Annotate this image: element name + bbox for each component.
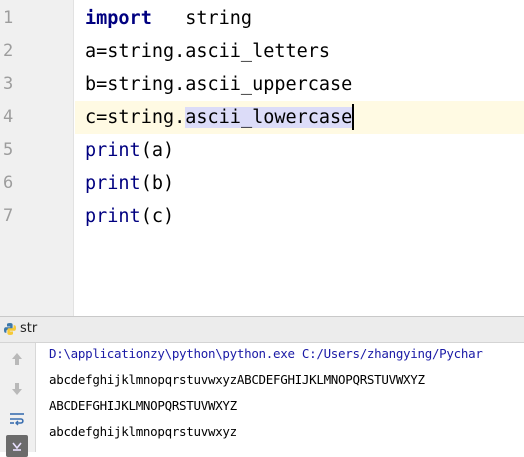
line-number: 7 [3, 206, 14, 226]
code-line[interactable]: print(b) [75, 167, 524, 200]
line-number-gutter: 1 2 3 4 5 6 7 [0, 0, 74, 316]
code-text: (c) [140, 206, 175, 227]
console-output-line: abcdefghijklmnopqrstuvwxyzABCDEFGHIJKLMN… [49, 372, 425, 387]
line-number: 6 [3, 173, 14, 193]
code-line[interactable]: b=string.ascii_uppercase [75, 68, 524, 101]
up-arrow-icon[interactable] [6, 348, 28, 370]
console-output-line: abcdefghijklmnopqrstuvwxyz [49, 424, 237, 439]
scroll-to-end-icon[interactable] [6, 435, 28, 457]
code-text: string [151, 8, 253, 29]
line-number: 1 [3, 8, 14, 28]
soft-wrap-icon[interactable] [6, 408, 28, 430]
console-output-line: ABCDEFGHIJKLMNOPQRSTUVWXYZ [49, 398, 237, 413]
code-line[interactable]: import string [75, 2, 524, 35]
keyword-import: import [85, 8, 152, 29]
code-text: b=string.ascii_uppercase [85, 74, 353, 95]
python-icon [4, 323, 16, 335]
line-number: 2 [3, 41, 14, 61]
down-arrow-icon[interactable] [6, 378, 28, 400]
builtin-print: print [85, 140, 141, 161]
run-panel-header: str [0, 316, 524, 343]
run-tab-title[interactable]: str [20, 321, 37, 336]
code-editor[interactable]: 1 2 3 4 5 6 7 import string a=string.asc… [0, 0, 524, 316]
text-caret [352, 104, 355, 130]
builtin-print: print [85, 206, 141, 227]
line-number: 5 [3, 140, 14, 160]
code-text: c=string. [85, 107, 186, 128]
code-line[interactable]: print(a) [75, 134, 524, 167]
console-command-line: D:\applicationzy\python\python.exe C:/Us… [49, 346, 483, 361]
builtin-print: print [85, 173, 141, 194]
run-toolbar [0, 343, 36, 457]
line-number: 4 [3, 107, 14, 127]
code-text: (a) [140, 140, 175, 161]
code-text: (b) [140, 173, 175, 194]
current-code-line[interactable]: c=string.ascii_lowercase [75, 101, 524, 134]
run-console-output[interactable]: D:\applicationzy\python\python.exe C:/Us… [36, 343, 524, 452]
code-text: a=string.ascii_letters [85, 41, 331, 62]
code-line[interactable]: print(c) [75, 200, 524, 233]
code-line[interactable]: a=string.ascii_letters [75, 35, 524, 68]
selected-text: ascii_lowercase [185, 107, 353, 128]
line-number: 3 [3, 74, 14, 94]
